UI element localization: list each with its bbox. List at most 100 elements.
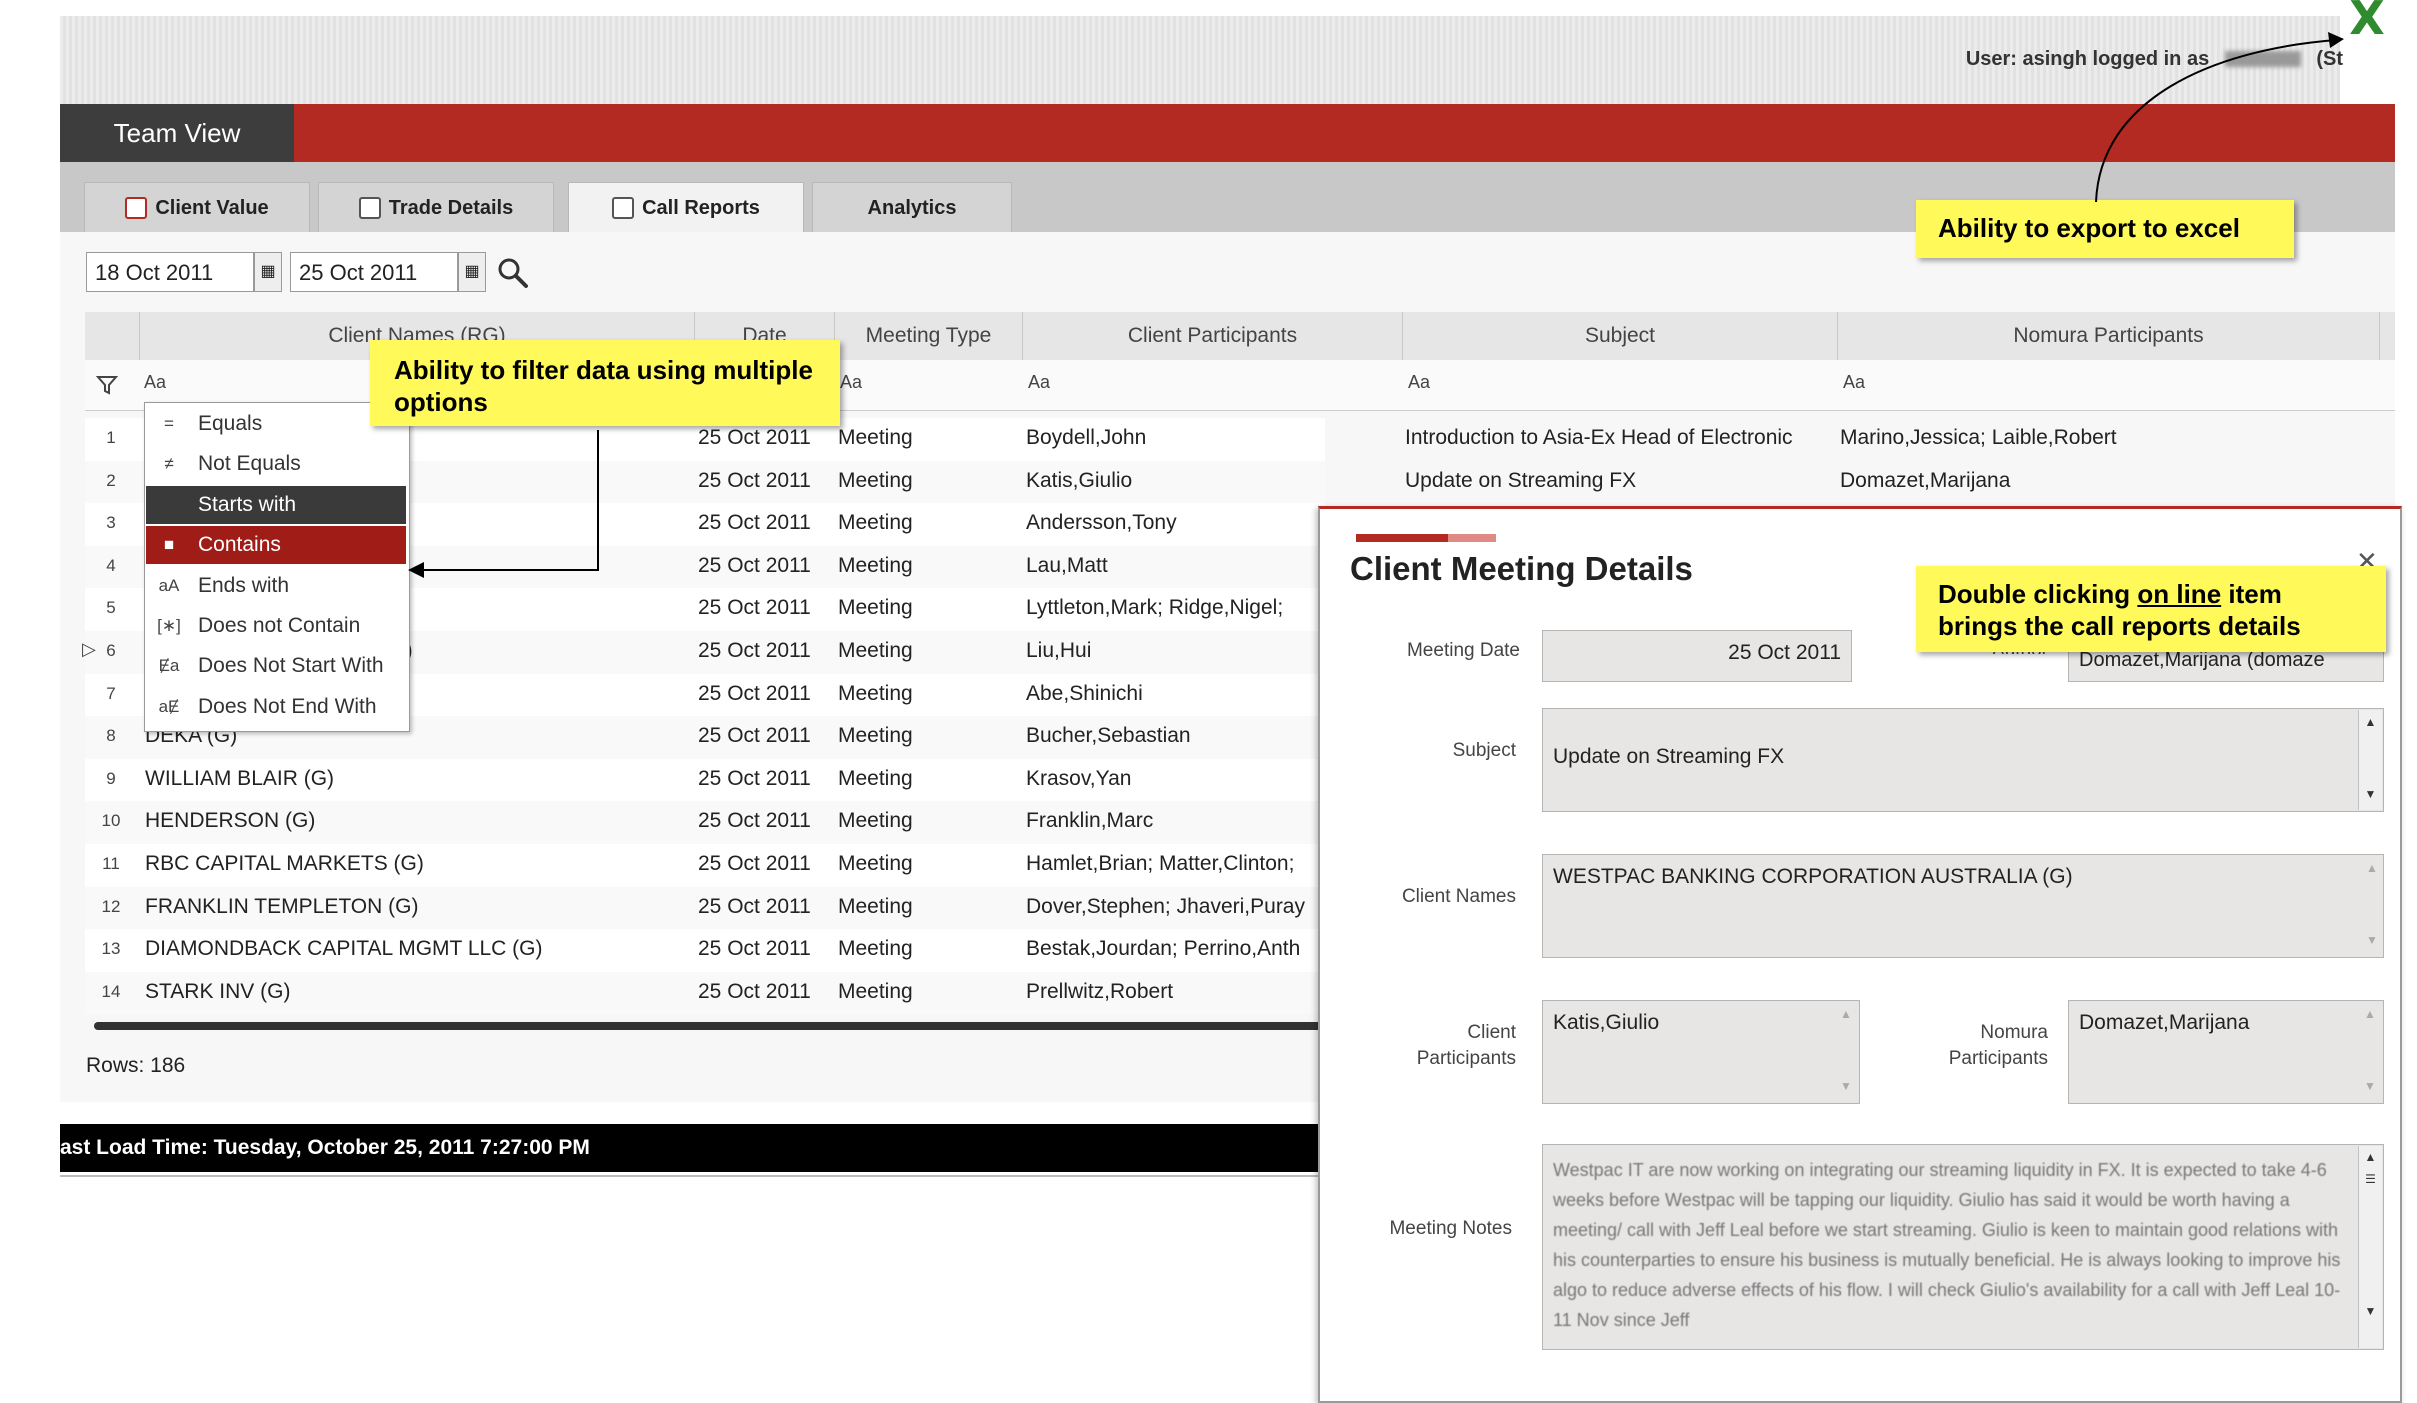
calendar-icon[interactable]: ▦ (458, 252, 486, 292)
filter-option-label: Starts with (198, 492, 297, 516)
filter-input-meeting-type[interactable]: Aa (840, 372, 862, 393)
call-reports-icon (612, 197, 635, 219)
cell-date: 25 Oct 2011 (698, 681, 811, 705)
last-load-time: ast Load Time: Tuesday, October 25, 2011… (60, 1124, 1330, 1172)
export-callout-arrow (2095, 32, 2344, 203)
cell-meeting-type: Meeting (838, 426, 913, 449)
filter-option-does-not-contain[interactable]: [∗] Does not Contain (146, 607, 406, 645)
client-names-label: Client Names (1401, 886, 1516, 907)
does-not-contain-icon: [∗] (157, 616, 181, 635)
column-header-subject[interactable]: Subject (1403, 312, 1838, 360)
cell-meeting-type: Meeting (838, 553, 913, 577)
cell-client-name: RBC CAPITAL MARKETS (G) (145, 852, 424, 875)
nomura-participants-scrollbar[interactable]: ▲ ▼ (2358, 1002, 2382, 1102)
cell-meeting-type: Meeting (838, 681, 913, 705)
cell-meeting-type: Meeting (838, 979, 913, 1003)
dialog-accent-bar-light (1448, 534, 1496, 542)
cell-date: 25 Oct 2011 (698, 553, 811, 577)
tab-label: Analytics (867, 197, 957, 219)
cell-client-name: HENDERSON (G) (145, 809, 316, 833)
meeting-date-label: Meeting Date (1406, 640, 1520, 661)
date-from-input[interactable]: 18 Oct 2011 (86, 252, 254, 292)
row-number-header (85, 312, 140, 360)
row-number: 12 (101, 896, 121, 916)
filter-icon[interactable] (96, 374, 120, 396)
tab-trade-details[interactable]: Trade Details (318, 182, 554, 232)
filter-option-contains[interactable]: ■ Contains (146, 526, 406, 565)
filter-input-subject[interactable]: Aa (1408, 372, 1430, 393)
filter-option-does-not-end-with[interactable]: aɆ Does Not End With (146, 688, 406, 726)
cell-meeting-type: Meeting (838, 894, 913, 918)
row-number: 14 (101, 981, 121, 1001)
filter-option-equals[interactable]: = Equals (146, 405, 406, 443)
column-header-nomura-participants[interactable]: Nomura Participants (1838, 312, 2380, 360)
cell-meeting-type: Meeting (838, 724, 913, 748)
calendar-icon[interactable]: ▦ (254, 252, 282, 292)
filter-input-client-names[interactable]: Aa (144, 372, 166, 393)
team-view-button[interactable]: Team View (60, 104, 294, 162)
client-names-field[interactable]: WESTPAC BANKING CORPORATION AUSTRALIA (G… (1542, 854, 2384, 958)
subject-scrollbar[interactable]: ▲ ▼ (2358, 710, 2382, 810)
search-icon[interactable] (496, 256, 530, 290)
cell-date: 25 Oct 2011 (698, 468, 811, 492)
filter-input-nomura-participants[interactable]: Aa (1843, 372, 1865, 393)
row-number: 5 (106, 598, 116, 618)
callout-filter: Ability to filter data using multiple op… (370, 340, 840, 426)
meeting-notes-label: Meeting Notes (1389, 1218, 1512, 1239)
cell-client-participants: Boydell,John (1026, 426, 1147, 449)
tab-label: Trade Details (388, 197, 514, 219)
client-participants-field[interactable]: Katis,Giulio (1542, 1000, 1860, 1104)
nomura-participants-field[interactable]: Domazet,Marijana (2068, 1000, 2384, 1104)
horizontal-scrollbar[interactable] (94, 1022, 1324, 1030)
filter-input-client-participants[interactable]: Aa (1028, 372, 1050, 393)
cell-date: 25 Oct 2011 (698, 937, 811, 961)
dialog-title: Client Meeting Details (1350, 550, 1693, 587)
tab-call-reports[interactable]: Call Reports (568, 182, 804, 232)
filter-option-ends-with[interactable]: aA Ends with (146, 567, 406, 605)
filter-option-starts-with[interactable]: Starts with (146, 485, 406, 524)
trade-details-icon (358, 197, 381, 219)
column-header-meeting-type[interactable]: Meeting Type (835, 312, 1023, 360)
row-number: 11 (102, 854, 120, 873)
cell-meeting-type: Meeting (838, 511, 913, 535)
filter-option-not-equals[interactable]: ≠ Not Equals (146, 445, 406, 483)
client-names-scrollbar[interactable]: ▲ ▼ (2360, 856, 2384, 956)
excel-export-icon[interactable]: X (2345, 0, 2389, 41)
client-participants-scrollbar[interactable]: ▲ ▼ (1834, 1002, 1858, 1102)
meeting-notes-scrollbar[interactable]: ▲ ☰ ▼ (2358, 1146, 2382, 1348)
row-number: 9 (106, 768, 116, 788)
row-selector-icon: ▷ (82, 639, 96, 659)
cell-meeting-type: Meeting (838, 639, 913, 662)
does-not-start-with-icon: Ɇa (158, 656, 180, 676)
cell-nomura-participants: Marino,Jessica; Laible,Robert (1840, 426, 2117, 449)
client-participants-label: Client Participants (1416, 1022, 1516, 1069)
cell-date: 25 Oct 2011 (698, 894, 811, 918)
equals-icon: = (164, 414, 174, 433)
cell-client-name: DIAMONDBACK CAPITAL MGMT LLC (G) (145, 937, 543, 961)
cell-date: 25 Oct 2011 (698, 809, 811, 833)
cell-client-name: WILLIAM BLAIR (G) (145, 766, 335, 790)
callout-text-underlined: on line (2137, 579, 2222, 609)
cell-date: 25 Oct 2011 (698, 639, 811, 662)
date-to-input[interactable]: 25 Oct 2011 (290, 252, 458, 292)
filter-option-label: Does Not End With (198, 694, 377, 718)
meeting-notes-field[interactable]: Westpac IT are now working on integratin… (1542, 1144, 2384, 1350)
filter-option-label: Contains (198, 533, 281, 557)
column-header-client-participants[interactable]: Client Participants (1023, 312, 1403, 360)
callout-text: Double clicking (1938, 579, 2138, 609)
cell-meeting-type: Meeting (838, 809, 913, 833)
cell-date: 25 Oct 2011 (698, 766, 811, 790)
filter-option-label: Does Not Start With (198, 654, 384, 678)
row-number: 7 (106, 683, 116, 703)
tab-analytics[interactable]: Analytics (812, 182, 1012, 232)
filter-option-does-not-start-with[interactable]: Ɇa Does Not Start With (146, 647, 406, 685)
tab-label: Client Value (155, 197, 269, 219)
row-number: 4 (106, 555, 116, 575)
cell-meeting-type: Meeting (838, 468, 913, 492)
meeting-date-field[interactable]: 25 Oct 2011 (1542, 630, 1852, 682)
subject-field[interactable]: Update on Streaming FX (1542, 708, 2384, 812)
row-number: 3 (106, 513, 116, 533)
filter-option-label: Equals (198, 412, 263, 435)
dialog-accent-bar (1356, 534, 1448, 542)
tab-client-value[interactable]: Client Value (84, 182, 310, 232)
